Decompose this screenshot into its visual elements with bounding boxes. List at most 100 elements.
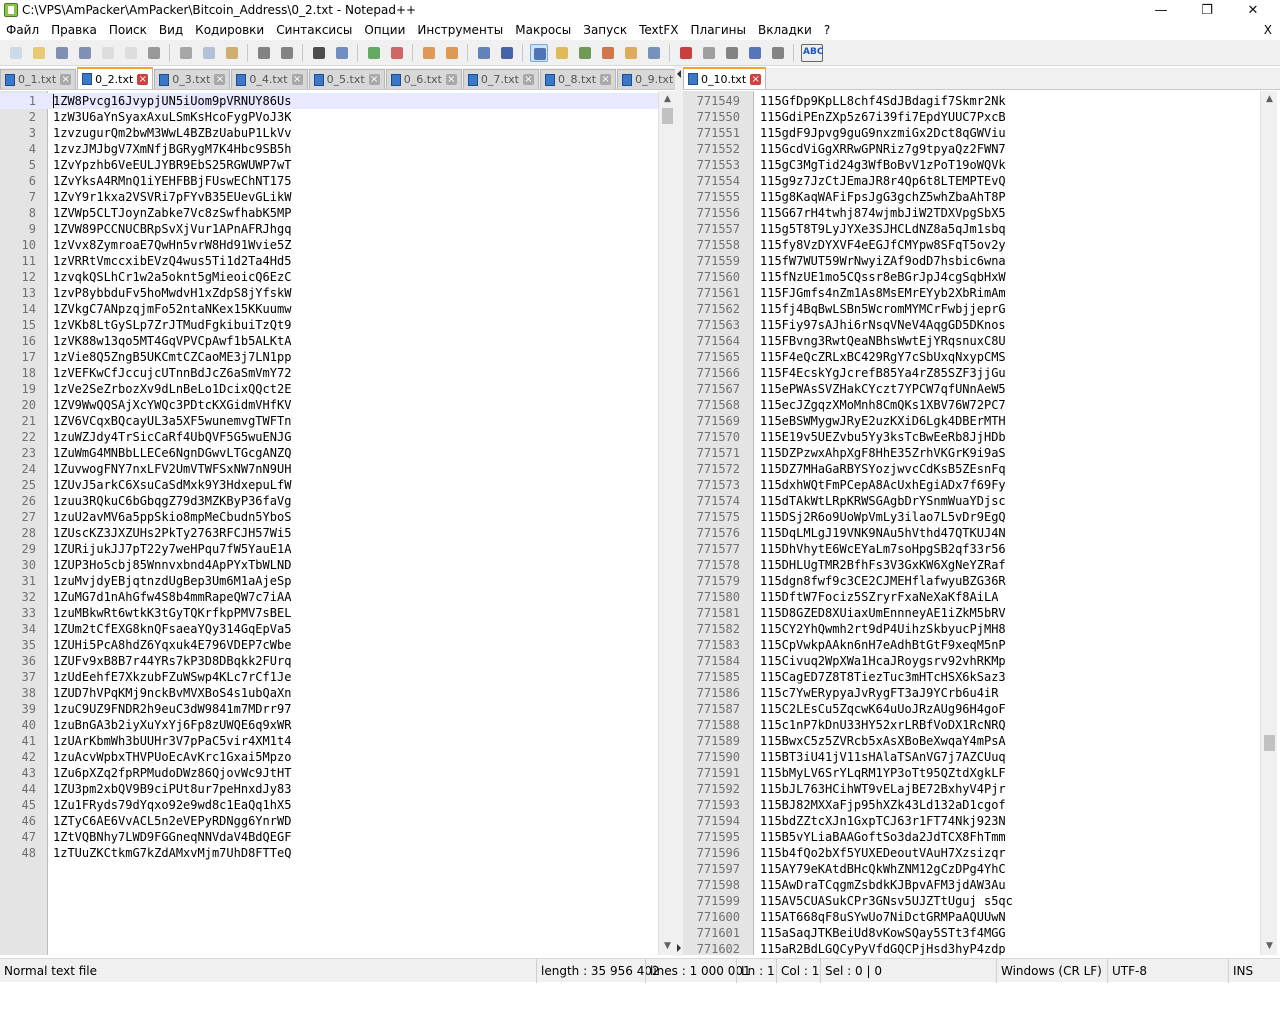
scroll-up-arrow-icon[interactable]: ▲: [659, 91, 675, 108]
line-text[interactable]: 1zuAcvWpbxTHVPUoEcAvKrc1Gxai5Mpzo: [53, 749, 291, 765]
line-text[interactable]: 115aR2BdLGQCyPyVfdGQCPjHsd3hyP4zdp: [760, 941, 1006, 955]
record-macro-icon[interactable]: [677, 44, 695, 62]
line-text[interactable]: 115CagED7Z8T8TiezTuc3mHTcHSX6kSaz3: [760, 669, 1006, 685]
editor-line[interactable]: 19 1zVe2SeZrbozXv9dLnBeLo1DcixQQct2E: [0, 381, 658, 397]
line-text[interactable]: 115dxhWQtFmPCepA8AcUxhEgiADx7f69Fy: [760, 477, 1006, 493]
line-text[interactable]: 115gdF9Jpvg9guG9nxzmiGx2Dct8qGWViu: [760, 125, 1006, 141]
editor-line[interactable]: 22 1zuWZJdy4TrSicCaRf4UbQVF5G5wuENJG: [0, 429, 658, 445]
editor-line[interactable]: 4 1zvzJMJbgV7XmNfjBGRygM7K4Hbc9SB5h: [0, 141, 658, 157]
line-text[interactable]: 115FBvng3RwtQeaNBhsWwtEjYRqsnuxC8U: [760, 333, 1006, 349]
editor-line[interactable]: 771593 115BJ82MXXaFjp95hXZk43Ld132aD1cgof: [683, 797, 1261, 813]
line-text[interactable]: 115aSaqJTKBeiUd8vKowSQay5STt3f4MGG: [760, 925, 1006, 941]
editor-line[interactable]: 37 1zUdEehfE7XkzubFZuWSwp4KLc7rCf1Je: [0, 669, 658, 685]
sync-vertical-icon[interactable]: [420, 44, 438, 62]
editor-line[interactable]: 43 1Zu6pXZq2fpRPMudoDWz86QjovWc9JtHT: [0, 765, 658, 781]
line-text[interactable]: 1ZW8Pvcg16JvypjUN5iUom9pVRNUY86Us: [53, 93, 291, 109]
line-text[interactable]: 115AY79eKAtdBHcQkWhZNM12gCzDPg4YhC: [760, 861, 1006, 877]
editor-line[interactable]: 45 1Zu1FRyds79dYqxo92e9wd8c1EaQq1hX5: [0, 797, 658, 813]
editor-line[interactable]: 771596 115b4fQo2bXf5YUXEDeoutVAuH7Xzsizqr: [683, 845, 1261, 861]
tab-0_6-txt[interactable]: 0_6.txt ×: [385, 69, 462, 89]
sync-horizontal-icon[interactable]: [443, 44, 461, 62]
line-text[interactable]: 115GfDp9KpLL8chf4SdJBdagif7Skmr2Nk: [760, 93, 1006, 109]
editor-line[interactable]: 11 1zVRRtVmccxibEVzQ4wus5Ti1d2Ta4Hd5: [0, 253, 658, 269]
maximize-button[interactable]: ❐: [1184, 0, 1230, 20]
line-text[interactable]: 1ZUP3Ho5cbj85Wnnvxbnd4ApPYxTbWLND: [53, 557, 291, 573]
editor-line[interactable]: 46 1ZTyC6AE6VvACL5n2eVEPyRDNgg6YnrWD: [0, 813, 658, 829]
editor-line[interactable]: 771577 115DhVhytE6WcEYaLm7soHpgSB2qf33r56: [683, 541, 1261, 557]
editor-line[interactable]: 39 1zuC9UZ9FNDR2h9euC3dW9841m7MDrr97: [0, 701, 658, 717]
editor-line[interactable]: 771586 115c7YwERypyaJvRygFT3aJ9YCrb6u4iR: [683, 685, 1261, 701]
line-text[interactable]: 115g5T8T9LyJYXe3SJHCLdNZ8a5qJm1sbq: [760, 221, 1006, 237]
line-text[interactable]: 115gC3MgTid24g3WfBoBvV1zPoT19oWQVk: [760, 157, 1006, 173]
line-text[interactable]: 115DZ7MHaGaRBYSYozjwvcCdKsB5ZEsnFq: [760, 461, 1006, 477]
line-text[interactable]: 1zuU2avMV6a5ppSkio8mpMeCbudn5YboS: [53, 509, 291, 525]
line-text[interactable]: 115bJL763HCihWT9vELajBE72BxhyV4Pjr: [760, 781, 1006, 797]
line-text[interactable]: 115c7YwERypyaJvRygFT3aJ9YCrb6u4iR: [760, 685, 998, 701]
editor-line[interactable]: 771591 115bMyLV6SrYLqRM1YP3oTt95QZtdXgkLF: [683, 765, 1261, 781]
menu-item[interactable]: Плагины: [685, 20, 752, 40]
tab-close-icon[interactable]: ×: [291, 74, 303, 85]
editor-line[interactable]: 12 1zvqkQSLhCr1w2a5oknt5gMieoicQ6EzC: [0, 269, 658, 285]
redo-icon[interactable]: [278, 44, 296, 62]
close-icon[interactable]: [99, 44, 117, 62]
line-text[interactable]: 1zvP8ybbduFv5hoMwdvH1xZdpS8jYfskW: [53, 285, 291, 301]
editor-line[interactable]: 771556 115G67rH4twhj874wjmbJiW2TDXVpgSbX5: [683, 205, 1261, 221]
editor-line[interactable]: 771579 115dgn8fwf9c3CE2CJMEHflafwyuBZG36R: [683, 573, 1261, 589]
editor-line[interactable]: 771549 115GfDp9KpLL8chf4SdJBdagif7Skmr2Nk: [683, 93, 1261, 109]
editor-line[interactable]: 771550 115GdiPEnZXp5z67i39fi7EpdYUUC7PxcB: [683, 109, 1261, 125]
line-text[interactable]: 1zVRRtVmccxibEVzQ4wus5Ti1d2Ta4Hd5: [53, 253, 291, 269]
line-text[interactable]: 115dTAkWtLRpKRWSGAgbDrYSnmWuaYDjsc: [760, 493, 1006, 509]
editor-line[interactable]: 771562 115fj4BqBwLSBn5WcromMYMCrFwbjjeprG: [683, 301, 1261, 317]
editor-line[interactable]: 3 1zvzugurQm2bwM3WwL4BZBzUabuP1LkVv: [0, 125, 658, 141]
line-text[interactable]: 1zuBnGA3b2iyXuYxYj6Fp8zUWQE6q9xWR: [53, 717, 291, 733]
menu-item[interactable]: Поиск: [103, 20, 153, 40]
editor-line[interactable]: 15 1zVKb8LtGySLp7ZrJTMudFgkibuiTzQt9: [0, 317, 658, 333]
left-vertical-scrollbar[interactable]: ▲ ▼: [658, 91, 675, 955]
editor-line[interactable]: 771599 115AV5CUASukCPr3GNsv5UJZTtUguj s5q…: [683, 893, 1261, 909]
line-text[interactable]: 1ZuvwogFNY7nxLFV2UmVTWFSxNW7nN9UH: [53, 461, 291, 477]
menu-item[interactable]: Синтаксисы: [270, 20, 358, 40]
editor-line[interactable]: 771565 115F4eQcZRLxBC429RgY7cSbUxqNxypCMS: [683, 349, 1261, 365]
tab-0_3-txt[interactable]: 0_3.txt ×: [154, 69, 231, 89]
line-text[interactable]: 115fW7WUT59WrNwyiZAf9odD7hsbic6wna: [760, 253, 1006, 269]
editor-line[interactable]: 771601 115aSaqJTKBeiUd8vKowSQay5STt3f4MGG: [683, 925, 1261, 941]
editor-line[interactable]: 34 1ZUm2tCfEXG8knQFsaeaYQy314GqEpVa5: [0, 621, 658, 637]
tab-0_8-txt[interactable]: 0_8.txt ×: [539, 69, 617, 89]
editor-line[interactable]: 771553 115gC3MgTid24g3WfBoBvV1zPoT19oWQVk: [683, 157, 1261, 173]
editor-line[interactable]: 31 1zuMvjdyEBjqtnzdUgBep3Um6M1aAjeSp: [0, 573, 658, 589]
editor-line[interactable]: 771594 115bdZZtcXJn1GxpTCJ63r1FT74Nkj923N: [683, 813, 1261, 829]
line-text[interactable]: 115GcdViGgXRRwGPNRiz7g9tpyaQz2FWN7: [760, 141, 1006, 157]
tab-0_5-txt[interactable]: 0_5.txt ×: [308, 69, 385, 89]
line-text[interactable]: 115AT668qF8uSYwUo7NiDctGRMPaAQUUwN: [760, 909, 1006, 925]
editor-line[interactable]: 771561 115FJGmfs4nZm1As8MsEMrEYyb2XbRimAm: [683, 285, 1261, 301]
editor-line[interactable]: 29 1ZURijukJJ7pT22y7weHPqu7fW5YauE1A: [0, 541, 658, 557]
indent-guide-icon[interactable]: [530, 43, 548, 62]
editor-line[interactable]: 30 1ZUP3Ho5cbj85Wnnvxbnd4ApPYxTbWLND: [0, 557, 658, 573]
editor-line[interactable]: 771560 115fNzUE1mo5CQssr8eBGrJpJ4cgSqbHxW: [683, 269, 1261, 285]
editor-line[interactable]: 14 1ZVkgC7ANpzqjmFo52ntaNKex15KKuumw: [0, 301, 658, 317]
line-text[interactable]: 115F4eQcZRLxBC429RgY7cSbUxqNxypCMS: [760, 349, 1006, 365]
line-text[interactable]: 1zVK88w13qo5MT4GqVPVCpAwf1b5ALKtA: [53, 333, 291, 349]
cut-icon[interactable]: [177, 44, 195, 62]
save-all-icon[interactable]: [76, 44, 94, 62]
copy-icon[interactable]: [200, 44, 218, 62]
editor-line[interactable]: 26 1zuu3RQkuC6bGbqgZ79d3MZKByP36faVg: [0, 493, 658, 509]
tab-close-icon[interactable]: ×: [750, 73, 762, 85]
spell-check-icon[interactable]: ABC: [801, 43, 823, 62]
line-text[interactable]: 1zVie8Q5ZngB5UKCmtCZCaoME3j7LN1pp: [53, 349, 291, 365]
editor-line[interactable]: 771575 115DSj2R6o9UoWpVmLy3ilao7L5vDr9EgQ: [683, 509, 1261, 525]
folder-workspace-icon[interactable]: [622, 44, 640, 62]
menu-item[interactable]: Опции: [358, 20, 411, 40]
line-text[interactable]: 115CY2YhQwmh2rt9dP4UihzSkbyucPjMH8: [760, 621, 1006, 637]
zoom-in-icon[interactable]: [365, 44, 383, 62]
line-text[interactable]: 115ePWAsSVZHakCYczt7YPCW7qfUNnAeW5: [760, 381, 1006, 397]
zoom-out-icon[interactable]: [388, 44, 406, 62]
tab-close-icon[interactable]: ×: [522, 74, 534, 85]
line-text[interactable]: 115GdiPEnZXp5z67i39fi7EpdYUUC7PxcB: [760, 109, 1006, 125]
replace-icon[interactable]: [333, 44, 351, 62]
editor-line[interactable]: 771589 115BwxC5z5ZVRcb5xAsXBoBeXwqaY4mPsA: [683, 733, 1261, 749]
line-text[interactable]: 1zvzJMJbgV7XmNfjBGRygM7K4Hbc9SB5h: [53, 141, 291, 157]
stop-macro-icon[interactable]: [700, 44, 718, 62]
right-scroll-thumb[interactable]: [1264, 735, 1275, 751]
line-text[interactable]: 115BJ82MXXaFjp95hXZk43Ld132aD1cgof: [760, 797, 1006, 813]
